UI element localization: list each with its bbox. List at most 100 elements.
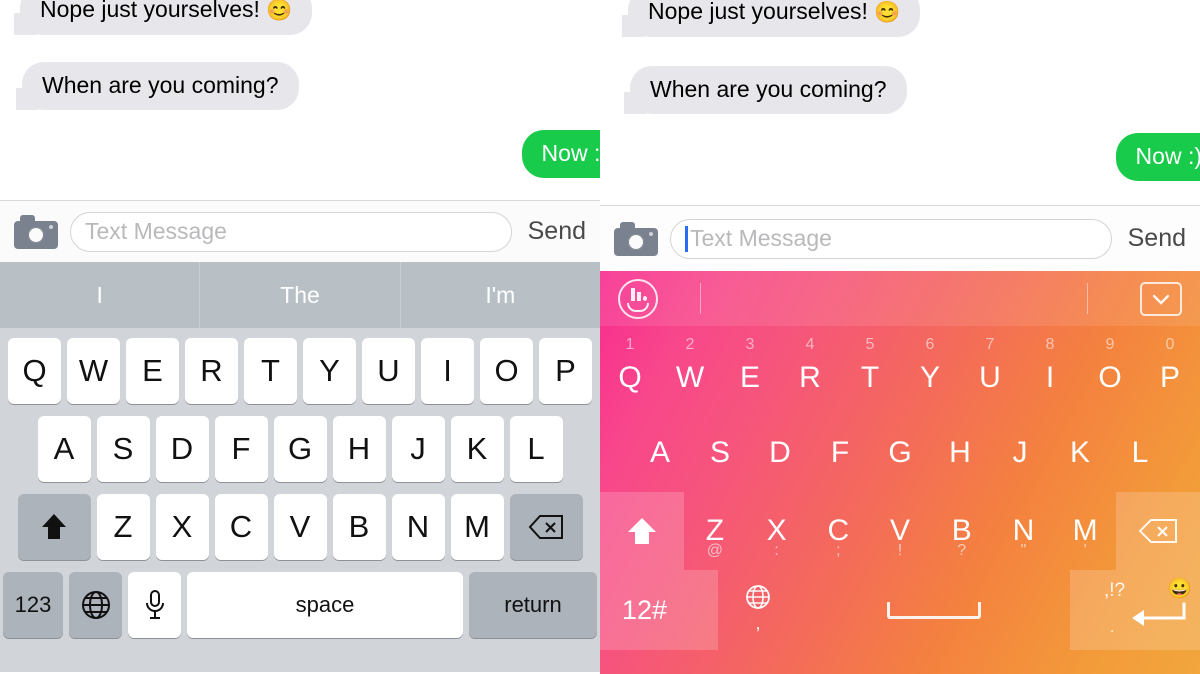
key-p[interactable]: P bbox=[539, 338, 592, 404]
key-u[interactable]: U bbox=[362, 338, 415, 404]
key-t[interactable]: T bbox=[244, 338, 297, 404]
key-h[interactable]: H bbox=[930, 414, 990, 492]
key-n[interactable]: N " bbox=[993, 492, 1055, 570]
key-f[interactable]: F bbox=[214, 416, 268, 482]
gradient-keyboard-row-3: Z @ X : C ; V ! B ? N " M ' bbox=[600, 492, 1200, 570]
text-message-input[interactable]: Text Message bbox=[670, 218, 1112, 259]
message-bubble-incoming-2[interactable]: When are you coming? bbox=[16, 62, 299, 111]
key-p[interactable]: 0 P bbox=[1140, 326, 1200, 414]
key-v[interactable]: V bbox=[273, 494, 327, 560]
chevron-down-icon bbox=[1152, 294, 1170, 305]
key-q[interactable]: 1 Q bbox=[600, 326, 660, 414]
key-z[interactable]: Z bbox=[96, 494, 150, 560]
message-bubble-incoming-1[interactable]: Nope just yourselves! 😊 bbox=[622, 0, 921, 38]
touchpal-logo-icon[interactable] bbox=[618, 278, 658, 319]
key-s[interactable]: S bbox=[690, 414, 750, 492]
key-c[interactable]: C bbox=[214, 494, 268, 560]
space-key[interactable] bbox=[798, 570, 1070, 650]
key-l[interactable]: L bbox=[509, 416, 563, 482]
key-w[interactable]: W bbox=[67, 338, 120, 404]
key-h[interactable]: H bbox=[332, 416, 386, 482]
key-y[interactable]: Y bbox=[303, 338, 356, 404]
globe-comma-key[interactable]: , bbox=[718, 570, 798, 650]
suggestion-item-3[interactable]: I'm bbox=[399, 262, 600, 328]
shift-key[interactable] bbox=[17, 494, 91, 560]
bubble-tail bbox=[622, 15, 644, 38]
message-emoji: 😊 bbox=[874, 1, 901, 24]
camera-icon[interactable] bbox=[614, 221, 658, 256]
key-i[interactable]: I bbox=[421, 338, 474, 404]
key-r[interactable]: 4 R bbox=[780, 326, 840, 414]
key-q[interactable]: Q bbox=[8, 338, 61, 404]
backspace-key[interactable] bbox=[1116, 492, 1200, 570]
space-key[interactable]: space bbox=[187, 572, 463, 638]
key-a[interactable]: A bbox=[37, 416, 91, 482]
key-s[interactable]: S bbox=[96, 416, 150, 482]
camera-icon[interactable] bbox=[14, 214, 58, 249]
send-button[interactable]: Send bbox=[524, 217, 586, 246]
key-number: 0 bbox=[1165, 336, 1175, 353]
key-x[interactable]: X : bbox=[746, 492, 808, 570]
message-bubble-incoming-1[interactable]: Nope just yourselves! 😊 bbox=[14, 0, 313, 36]
key-w[interactable]: 2 W bbox=[660, 326, 720, 414]
collapse-keyboard-button[interactable] bbox=[1140, 281, 1182, 316]
message-text: Now :) bbox=[1135, 143, 1200, 169]
key-i[interactable]: 8 I bbox=[1020, 326, 1080, 414]
key-b[interactable]: B ? bbox=[931, 492, 993, 570]
key-b[interactable]: B bbox=[332, 494, 386, 560]
key-o[interactable]: O bbox=[480, 338, 533, 404]
key-x[interactable]: X bbox=[155, 494, 209, 560]
key-j[interactable]: J bbox=[990, 414, 1050, 492]
conversation-thread-right: Nope just yourselves! 😊 When are you com… bbox=[600, 0, 1200, 205]
key-number: 6 bbox=[925, 336, 935, 353]
globe-key[interactable] bbox=[69, 572, 122, 638]
suggestion-item-2[interactable]: The bbox=[199, 262, 399, 328]
keyboard-row-2: A S D F G H J K L bbox=[3, 416, 597, 482]
emoji-icon[interactable]: 😀 bbox=[1167, 576, 1192, 601]
key-m[interactable]: M bbox=[450, 494, 504, 560]
key-o[interactable]: 9 O bbox=[1080, 326, 1140, 414]
key-m[interactable]: M ' bbox=[1054, 492, 1116, 570]
key-label: U bbox=[979, 361, 1001, 394]
numeric-key[interactable]: 12# bbox=[600, 570, 718, 650]
key-y[interactable]: 6 Y bbox=[900, 326, 960, 414]
numeric-key[interactable]: 123 bbox=[3, 572, 63, 638]
key-j[interactable]: J bbox=[391, 416, 445, 482]
key-n[interactable]: N bbox=[391, 494, 445, 560]
key-e[interactable]: 3 E bbox=[720, 326, 780, 414]
numeric-key-label: 12# bbox=[622, 594, 668, 625]
shift-key[interactable] bbox=[600, 492, 684, 570]
message-bubble-outgoing-1[interactable]: Now :) bbox=[521, 130, 600, 179]
key-v[interactable]: V ! bbox=[869, 492, 931, 570]
microphone-icon bbox=[145, 590, 164, 619]
key-a[interactable]: A bbox=[630, 414, 690, 492]
key-d[interactable]: D bbox=[155, 416, 209, 482]
text-message-input[interactable]: Text Message bbox=[70, 211, 512, 252]
key-g[interactable]: G bbox=[273, 416, 327, 482]
key-e[interactable]: E bbox=[126, 338, 179, 404]
punctuation-label: ,!? bbox=[1104, 580, 1126, 601]
key-z[interactable]: Z @ bbox=[684, 492, 746, 570]
message-bubble-outgoing-1[interactable]: Now :) bbox=[1115, 133, 1200, 182]
bubble-tail bbox=[16, 88, 38, 111]
key-u[interactable]: 7 U bbox=[960, 326, 1020, 414]
key-k[interactable]: K bbox=[1050, 414, 1110, 492]
gradient-keyboard-row-4: 12# , ,!? . 😀 bbox=[600, 570, 1200, 650]
key-r[interactable]: R bbox=[185, 338, 238, 404]
key-k[interactable]: K bbox=[450, 416, 504, 482]
suggestion-item-1[interactable]: I bbox=[0, 262, 199, 328]
key-g[interactable]: G bbox=[870, 414, 930, 492]
enter-key[interactable]: ,!? . 😀 bbox=[1070, 570, 1200, 650]
return-key[interactable]: return bbox=[469, 572, 597, 638]
key-f[interactable]: F bbox=[810, 414, 870, 492]
key-d[interactable]: D bbox=[750, 414, 810, 492]
key-c[interactable]: C ; bbox=[807, 492, 869, 570]
key-l[interactable]: L bbox=[1110, 414, 1170, 492]
backspace-key[interactable] bbox=[509, 494, 583, 560]
key-t[interactable]: 5 T bbox=[840, 326, 900, 414]
conversation-thread-left: Nope just yourselves! 😊 When are you com… bbox=[0, 0, 600, 200]
message-text: When are you coming? bbox=[650, 76, 887, 102]
message-bubble-incoming-2[interactable]: When are you coming? bbox=[624, 66, 907, 115]
send-button[interactable]: Send bbox=[1124, 224, 1186, 253]
microphone-key[interactable] bbox=[128, 572, 181, 638]
